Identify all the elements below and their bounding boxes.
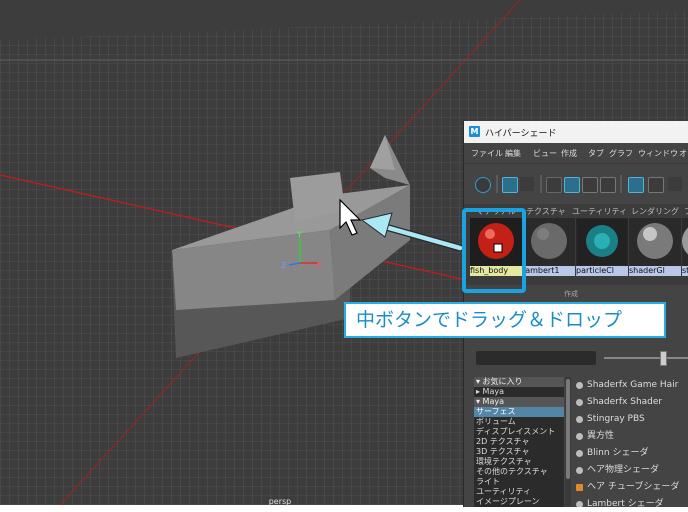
sphere-icon xyxy=(576,501,583,507)
category-item[interactable]: 2D テクスチャ xyxy=(474,437,564,447)
menu-graph[interactable]: グラフ xyxy=(609,148,633,159)
toolbar xyxy=(464,163,688,204)
menu-window[interactable]: ウィンドウ xyxy=(638,148,678,159)
axis-x-label: X xyxy=(316,261,322,270)
swatch-label: st xyxy=(682,266,688,276)
tab-textures[interactable]: テクスチャ xyxy=(526,206,566,217)
menu-file[interactable]: ファイル xyxy=(471,148,503,159)
node-item[interactable]: 異方性 xyxy=(573,428,688,445)
material-sphere-icon xyxy=(523,218,575,266)
node-item[interactable]: Lambert シェーダ xyxy=(573,496,688,507)
sphere-icon xyxy=(576,399,583,406)
hair-icon xyxy=(576,484,583,491)
size-slider[interactable] xyxy=(604,357,688,359)
menu-options[interactable]: オ xyxy=(679,148,687,159)
node-item[interactable]: Stingray PBS xyxy=(573,411,688,428)
tab-rendering[interactable]: レンダリング xyxy=(631,206,679,217)
node-list: Shaderfx Game Hair Shaderfx Shader Sting… xyxy=(573,377,688,507)
menu-bar: ファイル 編集 ビュー 作成 タブ グラフ ウィンドウ オ xyxy=(464,143,688,163)
node-item[interactable]: Shaderfx Shader xyxy=(573,394,688,411)
highlight-frame xyxy=(462,208,526,293)
material-sphere-icon xyxy=(682,218,688,266)
swatch-label: particleCl xyxy=(576,266,628,276)
swatch-shaderglow[interactable]: shaderGl xyxy=(629,218,681,278)
annotation-callout: 中ボタンでドラッグ＆ドロップ xyxy=(344,302,666,338)
swatch-lambert1[interactable]: lambert1 xyxy=(523,218,575,278)
tab-more[interactable]: フ xyxy=(684,206,688,217)
search-input[interactable] xyxy=(476,351,596,365)
node-item[interactable]: ヘア チューブシェーダ xyxy=(573,479,688,496)
on-toggle-icon[interactable] xyxy=(475,177,491,193)
swatch-stingray[interactable]: st xyxy=(682,218,688,278)
menu-edit[interactable]: 編集 xyxy=(505,148,521,159)
sphere-icon xyxy=(576,467,583,474)
sort-type-icon[interactable] xyxy=(648,177,664,193)
maya-logo-icon: M xyxy=(469,126,480,137)
category-item[interactable]: ▾ お気に入り xyxy=(474,377,564,387)
node-item[interactable]: Shaderfx Game Hair xyxy=(573,377,688,394)
sphere-icon xyxy=(576,450,583,457)
category-item[interactable]: ▾ Maya xyxy=(474,397,564,407)
window-title: ハイパーシェード xyxy=(485,129,557,139)
clear-graph-icon[interactable] xyxy=(600,177,616,193)
node-item[interactable]: Blinn シェーダ xyxy=(573,445,688,462)
sphere-icon xyxy=(576,433,583,440)
material-sphere-icon xyxy=(629,218,681,266)
sphere-icon xyxy=(576,416,583,423)
sphere-icon xyxy=(576,382,583,389)
category-scrollbar[interactable] xyxy=(565,377,571,507)
output-connection-icon[interactable] xyxy=(582,177,598,193)
tab-utilities[interactable]: ユーティリティ xyxy=(572,206,627,217)
slider-handle[interactable] xyxy=(660,351,667,366)
menu-tabs[interactable]: タブ xyxy=(588,148,604,159)
category-item[interactable]: その他のテクスチャ xyxy=(474,467,564,477)
swatch-label: lambert1 xyxy=(523,266,575,276)
node-item[interactable]: ヘア物理シェーダ xyxy=(573,462,688,479)
category-item[interactable]: ライト xyxy=(474,477,564,487)
menu-view[interactable]: ビュー xyxy=(533,148,557,159)
menu-create[interactable]: 作成 xyxy=(561,148,577,159)
material-sphere-icon xyxy=(576,218,628,266)
graph-view-icon[interactable] xyxy=(502,177,518,193)
category-tree: ▾ お気に入り ▸ Maya ▾ Maya サーフェス ボリューム ディスプレイ… xyxy=(474,377,564,507)
category-item[interactable]: 環境テクスチャ xyxy=(474,457,564,467)
input-connection-icon[interactable] xyxy=(546,177,562,193)
category-item[interactable]: ユーティリティ xyxy=(474,487,564,497)
swatch-label: shaderGl xyxy=(629,266,681,276)
window-titlebar[interactable]: M ハイパーシェード xyxy=(464,121,688,143)
category-item[interactable]: ディスプレイスメント xyxy=(474,427,564,437)
line-tool-icon[interactable] xyxy=(520,177,534,191)
io-connection-icon[interactable] xyxy=(564,177,580,193)
browser-title: 作成 xyxy=(564,290,578,298)
axis-y-label: Y xyxy=(296,230,302,239)
category-item[interactable]: 3D テクスチャ xyxy=(474,447,564,457)
swatch-particlecloud[interactable]: particleCl xyxy=(576,218,628,278)
category-item[interactable]: ボリューム xyxy=(474,417,564,427)
sort-time-icon[interactable] xyxy=(668,177,682,191)
axis-z-label: Z xyxy=(281,261,287,270)
category-item[interactable]: イメージプレーン xyxy=(474,497,564,507)
category-item[interactable]: サーフェス xyxy=(474,407,564,417)
category-item[interactable]: ▸ Maya xyxy=(474,387,564,397)
sort-alpha-icon[interactable] xyxy=(628,177,644,193)
